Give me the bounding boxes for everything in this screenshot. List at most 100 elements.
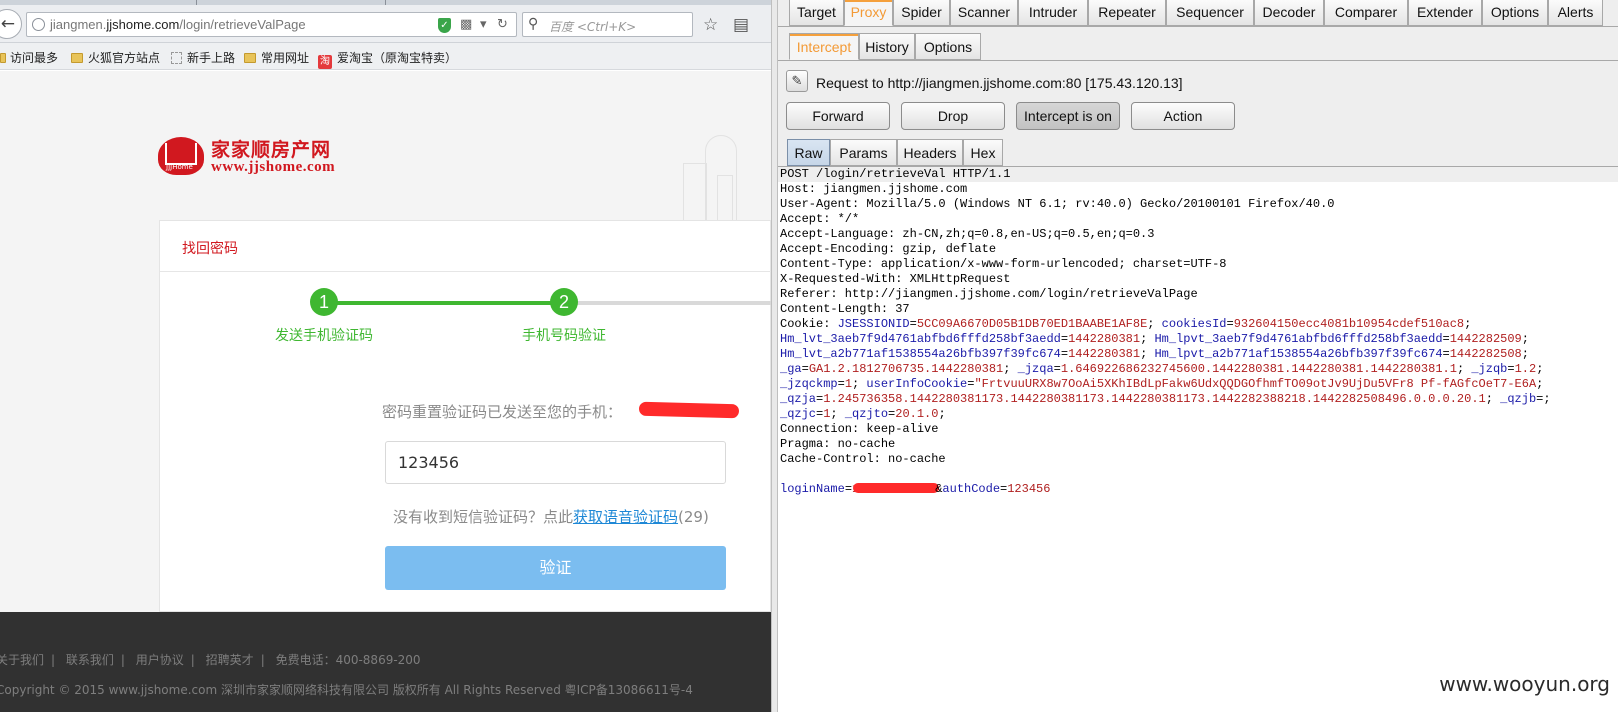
- header-line: Cache-Control: no-cache: [780, 452, 946, 466]
- header-line: Accept: */*: [780, 212, 860, 226]
- back-button[interactable]: ←: [0, 9, 22, 39]
- tab-extender[interactable]: Extender: [1408, 0, 1482, 26]
- back-arrow-icon: ←: [0, 14, 15, 34]
- drop-button[interactable]: Drop: [901, 102, 1005, 130]
- globe-icon: [32, 18, 45, 31]
- header-line: Content-Length: 37: [780, 302, 910, 316]
- header-line: Pragma: no-cache: [780, 437, 896, 451]
- reload-icon[interactable]: ↻: [497, 17, 508, 33]
- cookie-line: _qzjc=1; _qzjto=20.1.0;: [780, 407, 946, 421]
- tab-options[interactable]: Options: [1482, 0, 1548, 26]
- cookie-line: Hm_lvt_a2b771af1538554a26bfb397f39fc674=…: [780, 347, 1529, 361]
- tab-alerts[interactable]: Alerts: [1548, 0, 1603, 26]
- retrieve-password-card: 找回密码 1 2 发送手机验证码 手机号码验证 密码重置验证码已发送至您的手机：…: [159, 220, 771, 612]
- action-button[interactable]: Action: [1131, 102, 1235, 130]
- tab-params[interactable]: Params: [830, 139, 897, 166]
- site-logo[interactable]: JJJHome 家家顺房产网 www.jjshome.com: [158, 133, 368, 179]
- tab-intercept[interactable]: Intercept: [789, 33, 859, 60]
- footer-copyright: Copyright © 2015 www.jjshome.com 深圳市家家顺网…: [0, 683, 693, 697]
- folder-icon: [244, 53, 256, 63]
- header-line: Content-Type: application/x-www-form-url…: [780, 257, 1227, 271]
- footer-link-about[interactable]: 关于我们: [0, 653, 44, 667]
- tab-repeater[interactable]: Repeater: [1088, 0, 1166, 26]
- request-line: POST /login/retrieveVal HTTP/1.1: [778, 167, 1618, 182]
- header-line: Accept-Encoding: gzip, deflate: [780, 242, 997, 256]
- header-line: X-Requested-With: XMLHttpRequest: [780, 272, 1011, 286]
- url-text: jiangmen.jjshome.com/login/retrieveValPa…: [50, 17, 306, 32]
- progress-line-pending: [564, 301, 771, 305]
- verification-code-input[interactable]: [385, 441, 726, 484]
- tab-scanner[interactable]: Scanner: [950, 0, 1018, 26]
- tab-target[interactable]: Target: [789, 0, 844, 26]
- url-bar[interactable]: jiangmen.jjshome.com/login/retrieveValPa…: [26, 12, 517, 37]
- cookie-line: _ga=GA1.2.1812706735.1442280381; _jzqa=1…: [780, 362, 1544, 376]
- divider: [160, 271, 771, 272]
- watermark: www.wooyun.org: [1439, 672, 1610, 696]
- step-1-label: 发送手机验证码: [275, 328, 373, 344]
- step-1-marker: 1: [310, 288, 338, 316]
- tab-raw[interactable]: Raw: [787, 139, 830, 166]
- tab-history[interactable]: History: [859, 33, 915, 60]
- tab-proxy[interactable]: Proxy: [844, 0, 893, 26]
- tab-headers[interactable]: Headers: [897, 139, 963, 166]
- sms-help-line: 没有收到短信验证码？点此获取语音验证码(29): [393, 508, 709, 526]
- shield-icon[interactable]: ✓: [438, 18, 451, 33]
- search-placeholder: 百度 <Ctrl+K>: [549, 20, 637, 34]
- step-2-marker: 2: [550, 288, 578, 316]
- raw-request-editor[interactable]: POST /login/retrieveVal HTTP/1.1 Host: j…: [778, 167, 1618, 712]
- countdown: (29): [678, 508, 709, 526]
- footer-link-jobs[interactable]: 招聘英才: [206, 653, 254, 667]
- bookmark-getting-started[interactable]: 新手上路: [171, 49, 235, 66]
- footer-link-agreement[interactable]: 用户协议: [136, 653, 184, 667]
- bookmark-most-visited[interactable]: 访问最多: [0, 49, 58, 66]
- header-line: Referer: http://jiangmen.jjshome.com/log…: [780, 287, 1198, 301]
- request-target-info: Request to http://jiangmen.jjshome.com:8…: [816, 75, 1183, 91]
- logo-english-name: www.jjshome.com: [211, 159, 336, 175]
- folder-icon: [71, 53, 83, 63]
- search-icon: ⚲: [528, 16, 539, 32]
- header-line: Host: jiangmen.jjshome.com: [780, 182, 968, 196]
- tab-proxy-options[interactable]: Options: [915, 33, 981, 60]
- bookmark-star-icon[interactable]: ☆: [703, 16, 718, 34]
- header-line: Connection: keep-alive: [780, 422, 939, 436]
- intercept-toggle-button[interactable]: Intercept is on: [1016, 102, 1120, 130]
- forward-button[interactable]: Forward: [786, 102, 890, 130]
- library-icon[interactable]: ▤: [733, 16, 749, 34]
- edit-pencil-icon[interactable]: ✎: [786, 70, 808, 92]
- bookmark-ai-taobao[interactable]: 淘爱淘宝（原淘宝特卖）: [318, 49, 457, 69]
- bookmarks-toolbar: 访问最多 火狐官方站点 新手上路 常用网址 淘爱淘宝（原淘宝特卖）: [0, 43, 771, 70]
- tab-spider[interactable]: Spider: [893, 0, 950, 26]
- footer-link-contact[interactable]: 联系我们: [66, 653, 114, 667]
- tab-intruder[interactable]: Intruder: [1018, 0, 1088, 26]
- tab-comparer[interactable]: Comparer: [1324, 0, 1408, 26]
- bookmark-common-sites[interactable]: 常用网址: [244, 49, 309, 66]
- voice-code-link[interactable]: 获取语音验证码: [573, 508, 678, 526]
- tab-sequencer[interactable]: Sequencer: [1166, 0, 1254, 26]
- bookmark-firefox-official[interactable]: 火狐官方站点: [71, 49, 160, 66]
- step-2-label: 手机号码验证: [522, 328, 606, 344]
- dropdown-icon[interactable]: ▾: [480, 17, 487, 33]
- window-splitter[interactable]: [771, 0, 778, 712]
- web-page: JJJHome 家家顺房产网 www.jjshome.com 找回密码 1 2 …: [0, 71, 771, 612]
- redacted-phone-number: [638, 401, 740, 419]
- redacted-login-name: [853, 483, 940, 493]
- search-bar[interactable]: ⚲ 百度 <Ctrl+K>: [522, 12, 693, 37]
- navigation-toolbar: ← jiangmen.jjshome.com/login/retrieveVal…: [0, 5, 771, 43]
- qrcode-icon[interactable]: ▩: [460, 17, 472, 33]
- taobao-icon: 淘: [318, 55, 332, 69]
- tab-decoder[interactable]: Decoder: [1254, 0, 1324, 26]
- building-illustration: [683, 135, 753, 227]
- divider: [778, 26, 1618, 27]
- header-line: User-Agent: Mozilla/5.0 (Windows NT 6.1;…: [780, 197, 1335, 211]
- site-footer: 关于我们 | 联系我们 | 用户协议 | 招聘英才 | 免费电话：400-8869-20…: [0, 612, 771, 712]
- browser-window: ← jiangmen.jjshome.com/login/retrieveVal…: [0, 0, 771, 712]
- cookie-line: Cookie: JSESSIONID=5CC09A6670D05B1DB70ED…: [780, 317, 1472, 331]
- code-sent-message: 密码重置验证码已发送至您的手机：: [382, 403, 623, 421]
- cookie-line: _jzqckmp=1; userInfoCookie="FrtvuuURX8w7…: [780, 377, 1544, 391]
- logo-chinese-name: 家家顺房产网: [211, 139, 332, 161]
- verify-button[interactable]: 验证: [385, 546, 726, 590]
- tab-hex[interactable]: Hex: [963, 139, 1003, 166]
- card-title: 找回密码: [182, 241, 238, 257]
- footer-phone: 免费电话：400-8869-200: [275, 653, 421, 667]
- page-icon: [171, 52, 182, 64]
